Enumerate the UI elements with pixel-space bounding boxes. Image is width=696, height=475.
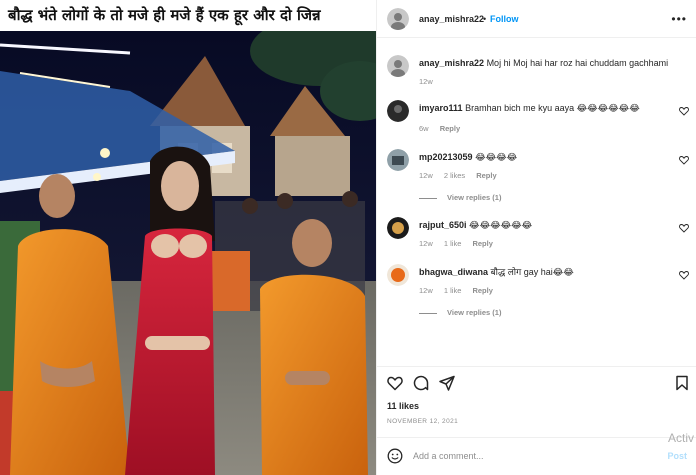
commenter-avatar[interactable] bbox=[387, 149, 409, 171]
comment-likes[interactable]: 1 like bbox=[444, 286, 462, 295]
view-replies-divider bbox=[419, 197, 437, 199]
heart-icon[interactable] bbox=[679, 155, 689, 165]
comment-text: 😂😂😂😂 bbox=[475, 152, 518, 162]
comment-time: 12w bbox=[419, 239, 433, 248]
comment-meta: 12w 1 like Reply bbox=[419, 239, 502, 248]
comment-meta: 12w bbox=[419, 77, 442, 86]
post-image-caption: बौद्ध भंते लोगों के तो मजे ही मजे हैं एक… bbox=[0, 0, 376, 31]
comment-time: 12w bbox=[419, 171, 433, 180]
post-media[interactable]: बौद्ध भंते लोगों के तो मजे ही मजे हैं एक… bbox=[0, 0, 376, 475]
comment-item: imyaro111 Bramhan bich me kyu aaya 😂😂😂😂😂… bbox=[377, 100, 696, 136]
post-comment-button[interactable]: Post bbox=[667, 451, 687, 461]
follow-button[interactable]: Follow bbox=[490, 14, 519, 24]
heart-icon[interactable] bbox=[679, 270, 689, 280]
comment-line: rajput_650i 😂😂😂😂😂😂 bbox=[419, 220, 677, 231]
comment-likes[interactable]: 1 like bbox=[444, 239, 462, 248]
comment-bubble-icon[interactable] bbox=[413, 375, 429, 391]
comment-username[interactable]: mp20213059 bbox=[419, 152, 473, 162]
comment-meta: 6w Reply bbox=[419, 124, 469, 133]
comment-line: mp20213059 😂😂😂😂 bbox=[419, 152, 677, 163]
comment-username[interactable]: imyaro111 bbox=[419, 103, 463, 113]
comment-text: Bramhan bich me kyu aaya 😂😂😂😂😂😂 bbox=[465, 103, 640, 113]
instagram-post-window: बौद्ध भंते लोगों के तो मजे ही मजे हैं एक… bbox=[0, 0, 696, 475]
comment-username[interactable]: anay_mishra22 bbox=[419, 58, 484, 68]
comment-text: बौद्ध लोग gay hai😂😂 bbox=[490, 267, 574, 277]
view-replies-button[interactable]: View replies (1) bbox=[419, 193, 501, 202]
comment-username[interactable]: rajput_650i bbox=[419, 220, 467, 230]
commenter-avatar[interactable] bbox=[387, 264, 409, 286]
post-photo bbox=[0, 31, 376, 475]
heart-icon[interactable] bbox=[679, 223, 689, 233]
commenter-avatar[interactable] bbox=[387, 217, 409, 239]
comment-time: 6w bbox=[419, 124, 429, 133]
comment-time: 12w bbox=[419, 286, 433, 295]
comment-meta: 12w 1 like Reply bbox=[419, 286, 502, 295]
view-replies-label: View replies (1) bbox=[447, 308, 502, 317]
reply-button[interactable]: Reply bbox=[440, 124, 460, 133]
post-actions bbox=[377, 366, 696, 398]
comment-text: 😂😂😂😂😂😂 bbox=[469, 220, 533, 230]
comment-item: rajput_650i 😂😂😂😂😂😂 12w 1 like Reply bbox=[377, 217, 696, 253]
share-send-icon[interactable] bbox=[439, 375, 455, 391]
comment-time: 12w bbox=[419, 77, 433, 86]
more-options-button[interactable]: ••• bbox=[671, 12, 687, 26]
author-username[interactable]: anay_mishra22 bbox=[419, 14, 484, 24]
bookmark-icon[interactable] bbox=[674, 375, 690, 391]
reply-button[interactable]: Reply bbox=[472, 286, 492, 295]
view-replies-button[interactable]: View replies (1) bbox=[419, 308, 501, 317]
comment-item: mp20213059 😂😂😂😂 12w 2 likes Reply View r… bbox=[377, 149, 696, 205]
add-comment-input[interactable] bbox=[413, 448, 613, 464]
comment-meta: 12w 2 likes Reply bbox=[419, 171, 506, 180]
comment-line: bhagwa_diwana बौद्ध लोग gay hai😂😂 bbox=[419, 267, 677, 278]
comment-text: Moj hi Moj hai har roz hai chuddam gachh… bbox=[486, 58, 669, 68]
view-replies-divider bbox=[419, 312, 437, 314]
comment-line: anay_mishra22 Moj hi Moj hai har roz hai… bbox=[419, 58, 677, 69]
comment-likes[interactable]: 2 likes bbox=[444, 171, 465, 180]
post-date: NOVEMBER 12, 2021 bbox=[387, 418, 459, 425]
author-avatar[interactable] bbox=[387, 55, 409, 77]
author-caption-comment: anay_mishra22 Moj hi Moj hai har roz hai… bbox=[377, 55, 696, 91]
heart-icon[interactable] bbox=[679, 106, 689, 116]
comment-item: bhagwa_diwana बौद्ध लोग gay hai😂😂 12w 1 … bbox=[377, 264, 696, 324]
reply-button[interactable]: Reply bbox=[476, 171, 496, 180]
header-separator: • bbox=[483, 14, 487, 24]
post-header: anay_mishra22 • Follow ••• bbox=[377, 0, 696, 38]
emoji-icon[interactable] bbox=[387, 448, 403, 464]
commenter-avatar[interactable] bbox=[387, 100, 409, 122]
view-replies-label: View replies (1) bbox=[447, 193, 502, 202]
add-comment-bar: Post bbox=[377, 437, 696, 475]
post-side-panel: anay_mishra22 • Follow ••• anay_mishra22… bbox=[376, 0, 696, 475]
like-heart-icon[interactable] bbox=[387, 375, 403, 391]
comment-line: imyaro111 Bramhan bich me kyu aaya 😂😂😂😂😂… bbox=[419, 103, 677, 114]
author-avatar[interactable] bbox=[387, 8, 409, 30]
comment-username[interactable]: bhagwa_diwana bbox=[419, 267, 488, 277]
reply-button[interactable]: Reply bbox=[472, 239, 492, 248]
activation-watermark: Activ bbox=[668, 431, 695, 445]
likes-count[interactable]: 11 likes bbox=[387, 401, 419, 411]
